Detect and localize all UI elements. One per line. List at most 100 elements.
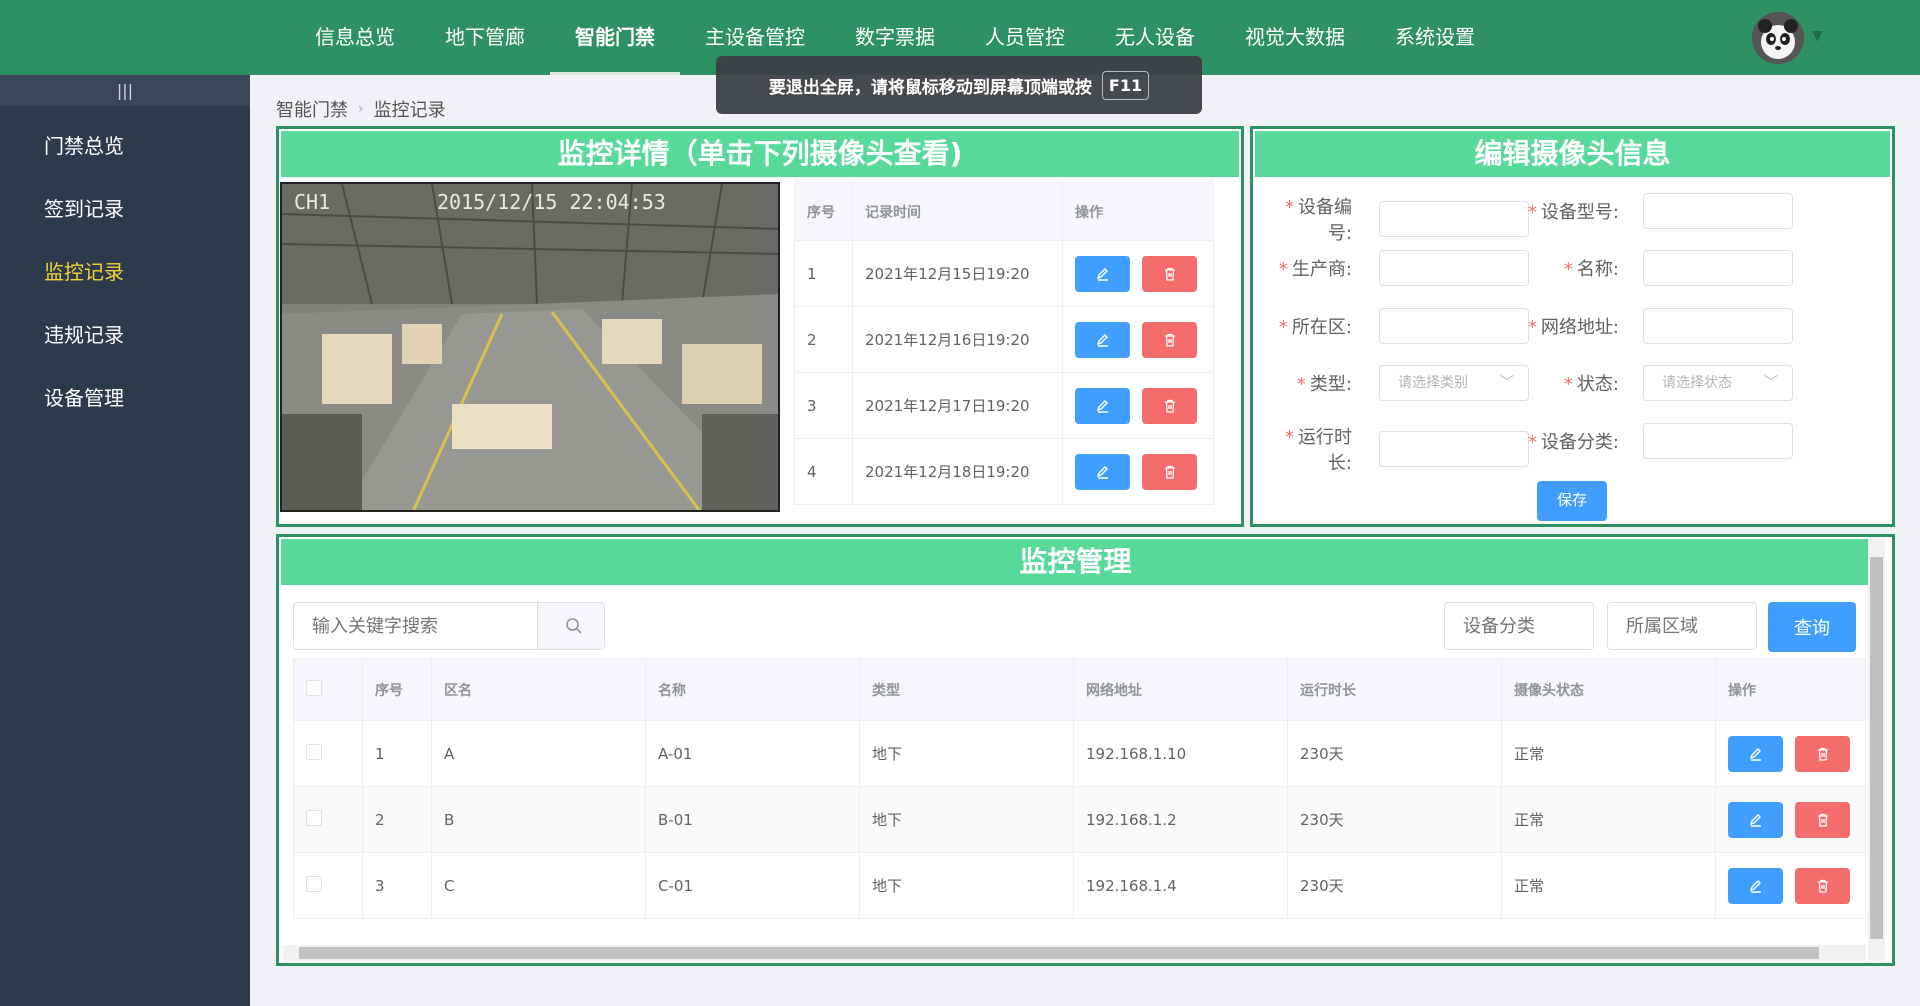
edit-button[interactable] [1728, 801, 1783, 838]
select-all-checkbox[interactable] [306, 679, 322, 696]
edit-button[interactable] [1075, 387, 1130, 424]
cell-no: 1 [794, 240, 853, 307]
edit-icon [1749, 813, 1761, 827]
edit-button[interactable] [1075, 255, 1130, 292]
edit-button[interactable] [1075, 453, 1130, 490]
nav-item-access-control[interactable]: 智能门禁 [550, 0, 680, 75]
delete-button[interactable] [1142, 387, 1197, 424]
nav-item-vision-data[interactable]: 视觉大数据 [1220, 0, 1370, 75]
delete-button[interactable] [1142, 255, 1197, 292]
name-input[interactable] [1643, 250, 1793, 286]
cell-runtime: 230天 [1287, 852, 1502, 919]
table-row[interactable]: 1 2021年12月15日19:20 [794, 240, 1214, 307]
cell-no: 4 [794, 438, 853, 505]
label-type: 类型: [1309, 374, 1352, 395]
edit-button[interactable] [1728, 867, 1783, 904]
table-header-row: 序号 区名 名称 类型 网络地址 运行时长 摄像头状态 操作 [293, 658, 1866, 721]
col-header-runtime: 运行时长 [1287, 658, 1502, 721]
trash-icon [1817, 813, 1828, 827]
row-checkbox[interactable] [306, 743, 322, 760]
device-category-filter[interactable] [1444, 602, 1594, 650]
search-input[interactable] [294, 603, 537, 649]
label-ip: 网络地址: [1540, 317, 1619, 338]
device-no-input[interactable] [1379, 201, 1529, 237]
trash-icon [1817, 747, 1828, 761]
fullscreen-toast: 要退出全屏，请将鼠标移动到屏幕顶端或按 F11 [716, 56, 1202, 114]
delete-button[interactable] [1795, 867, 1850, 904]
col-header-type: 类型 [859, 658, 1074, 721]
delete-button[interactable] [1795, 801, 1850, 838]
ip-input[interactable] [1643, 308, 1793, 344]
table-row[interactable]: 2 B B-01 地下 192.168.1.2 230天 正常 [293, 786, 1866, 853]
cell-no: 3 [362, 852, 432, 919]
toast-key: F11 [1101, 70, 1150, 100]
cell-runtime: 230天 [1287, 786, 1502, 853]
label-runtime: 运行时长: [1298, 427, 1352, 474]
sidebar-item-monitor-records[interactable]: 监控记录 [0, 241, 250, 304]
avatar[interactable] [1752, 12, 1804, 64]
vertical-scrollbar[interactable] [1868, 537, 1885, 961]
nav-item-settings[interactable]: 系统设置 [1370, 0, 1500, 75]
sidebar-item-device-management[interactable]: 设备管理 [0, 367, 250, 430]
sidebar-item-access-overview[interactable]: 门禁总览 [0, 115, 250, 178]
delete-button[interactable] [1795, 735, 1850, 772]
vertical-scrollbar-thumb[interactable] [1870, 557, 1883, 939]
form-row-area: * 所在区: [1262, 308, 1529, 344]
nav-item-overview[interactable]: 信息总览 [290, 0, 420, 75]
form-row-maker: * 生产商: [1262, 250, 1529, 286]
toast-text: 要退出全屏，请将鼠标移动到屏幕顶端或按 [768, 77, 1092, 98]
delete-button[interactable] [1142, 321, 1197, 358]
search-button[interactable] [537, 603, 604, 649]
chevron-down-icon[interactable]: ▼ [1812, 28, 1823, 44]
horizontal-scrollbar-thumb[interactable] [299, 947, 1819, 959]
trash-icon [1164, 465, 1175, 479]
camera-view[interactable]: CH1 2015/12/15 22:04:53 [280, 182, 780, 512]
model-input[interactable] [1643, 193, 1793, 229]
edit-button[interactable] [1728, 735, 1783, 772]
runtime-input[interactable] [1379, 431, 1529, 467]
horizontal-scrollbar[interactable] [283, 945, 1866, 961]
breadcrumb-parent[interactable]: 智能门禁 [276, 96, 348, 122]
nav-item-pipe-gallery[interactable]: 地下管廊 [420, 0, 550, 75]
region-filter[interactable] [1607, 602, 1757, 650]
table-row[interactable]: 4 2021年12月18日19:20 [794, 438, 1214, 505]
maker-input[interactable] [1379, 250, 1529, 286]
table-row[interactable]: 3 2021年12月17日19:20 [794, 372, 1214, 439]
form-row-runtime: * 运行时长: [1262, 423, 1529, 475]
edit-button[interactable] [1075, 321, 1130, 358]
status-select[interactable]: 请选择状态 ﹀ [1643, 365, 1793, 401]
col-header-no: 序号 [362, 658, 432, 721]
monitor-management-table: 序号 区名 名称 类型 网络地址 运行时长 摄像头状态 操作 1 A A-01 … [293, 658, 1866, 919]
table-row[interactable]: 3 C C-01 地下 192.168.1.4 230天 正常 [293, 852, 1866, 919]
row-checkbox[interactable] [306, 875, 322, 892]
area-input[interactable] [1379, 308, 1529, 344]
col-header-area: 区名 [431, 658, 646, 721]
type-select[interactable]: 请选择类别 ﹀ [1379, 365, 1529, 401]
row-checkbox[interactable] [306, 809, 322, 826]
sidebar-item-sign-in[interactable]: 签到记录 [0, 178, 250, 241]
cell-runtime: 230天 [1287, 720, 1502, 787]
trash-icon [1164, 267, 1175, 281]
label-status: 状态: [1576, 374, 1619, 395]
form-row-category: * 设备分类: [1527, 423, 1793, 459]
sidebar-toggle-button[interactable]: ||| [0, 75, 250, 106]
table-row[interactable]: 1 A A-01 地下 192.168.1.10 230天 正常 [293, 720, 1866, 787]
sidebar-item-violations[interactable]: 违规记录 [0, 304, 250, 367]
edit-icon [1096, 399, 1108, 413]
table-row[interactable]: 2 2021年12月16日19:20 [794, 306, 1214, 373]
delete-button[interactable] [1142, 453, 1197, 490]
save-button[interactable]: 保存 [1537, 481, 1607, 521]
panda-avatar-icon [1752, 12, 1804, 64]
monitor-management-title: 监控管理 [281, 539, 1870, 585]
cell-actions [1715, 720, 1866, 787]
category-input[interactable] [1643, 423, 1793, 459]
cell-type: 地下 [859, 720, 1074, 787]
label-category: 设备分类: [1540, 432, 1619, 453]
label-model: 设备型号: [1540, 202, 1619, 223]
form-row-ip: * 网络地址: [1527, 308, 1793, 344]
breadcrumb-current: 监控记录 [373, 100, 446, 121]
query-button[interactable]: 查询 [1768, 602, 1856, 652]
cell-status: 正常 [1501, 852, 1716, 919]
cell-time: 2021年12月16日19:20 [852, 306, 1063, 373]
label-name: 名称: [1576, 259, 1619, 280]
